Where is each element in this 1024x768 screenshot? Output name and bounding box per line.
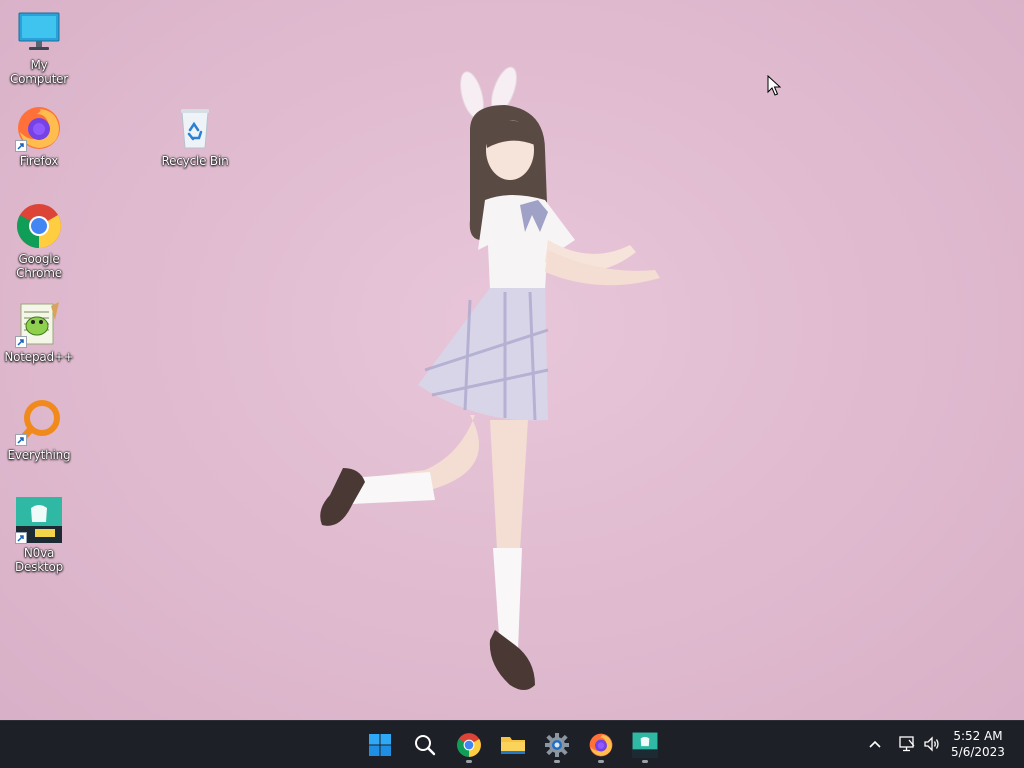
- desktop-icon-label: Everything: [7, 448, 71, 462]
- shortcut-arrow-icon: [15, 336, 27, 348]
- running-indicator: [598, 760, 604, 763]
- volume-icon: [924, 736, 939, 752]
- desktop-icon-recycle-bin[interactable]: Recycle Bin: [156, 104, 234, 168]
- windows-logo-icon: [369, 734, 391, 756]
- desktop-icon-label: Notepad++: [4, 350, 74, 364]
- taskbar-nova-desktop-button[interactable]: [625, 725, 665, 765]
- desktop-icon-label: Recycle Bin: [161, 154, 229, 168]
- mouse-cursor-icon: [767, 75, 781, 96]
- nova-desktop-icon: [632, 732, 658, 758]
- volume-button[interactable]: [921, 733, 943, 755]
- shortcut-arrow-icon: [15, 434, 27, 446]
- desktop-icon-everything[interactable]: Everything: [0, 398, 78, 462]
- show-hidden-icons-button[interactable]: [864, 733, 886, 755]
- taskbar: 5:52 AM 5/6/2023: [0, 720, 1024, 768]
- search-icon: [415, 735, 436, 756]
- running-indicator: [554, 760, 560, 763]
- chrome-icon: [457, 733, 481, 757]
- desktop-icon-my-computer[interactable]: My Computer: [0, 8, 78, 86]
- shortcut-arrow-icon: [15, 532, 27, 544]
- desktop-icon-nova-desktop[interactable]: N0va Desktop: [0, 496, 78, 574]
- everything-search-icon: [15, 398, 63, 446]
- start-button[interactable]: [360, 725, 400, 765]
- desktop-icon-firefox[interactable]: Firefox: [0, 104, 78, 168]
- chevron-up-icon: [869, 740, 881, 748]
- shortcut-arrow-icon: [15, 140, 27, 152]
- desktop-icon-google-chrome[interactable]: Google Chrome: [0, 202, 78, 280]
- folder-icon: [501, 737, 525, 754]
- taskbar-settings-button[interactable]: [537, 725, 577, 765]
- taskbar-firefox-button[interactable]: [581, 725, 621, 765]
- running-indicator: [642, 760, 648, 763]
- desktop: My Computer Firefox Recycle Bin Google C…: [0, 0, 1024, 720]
- recycle-bin-icon: [171, 104, 219, 152]
- taskbar-file-explorer-button[interactable]: [493, 725, 533, 765]
- network-icon: [899, 736, 915, 752]
- monitor-icon: [15, 8, 63, 56]
- notepadpp-icon: [15, 300, 63, 348]
- chrome-icon: [15, 202, 63, 250]
- desktop-icon-label: Google Chrome: [16, 252, 62, 280]
- wallpaper-figure: [320, 66, 660, 690]
- firefox-icon: [589, 733, 613, 757]
- firefox-icon: [15, 104, 63, 152]
- desktop-icon-label: N0va Desktop: [14, 546, 64, 574]
- desktop-icon-notepadpp[interactable]: Notepad++: [0, 300, 78, 364]
- desktop-icon-label: Firefox: [19, 154, 59, 168]
- network-button[interactable]: [896, 733, 918, 755]
- desktop-icon-label: My Computer: [9, 58, 69, 86]
- clock-time: 5:52 AM: [953, 729, 1003, 743]
- nova-desktop-icon: [15, 496, 63, 544]
- gear-icon: [545, 733, 569, 757]
- clock-date: 5/6/2023: [951, 745, 1005, 759]
- taskbar-chrome-button[interactable]: [449, 725, 489, 765]
- running-indicator: [466, 760, 472, 763]
- search-button[interactable]: [405, 725, 445, 765]
- taskbar-clock[interactable]: 5:52 AM 5/6/2023: [948, 728, 1008, 760]
